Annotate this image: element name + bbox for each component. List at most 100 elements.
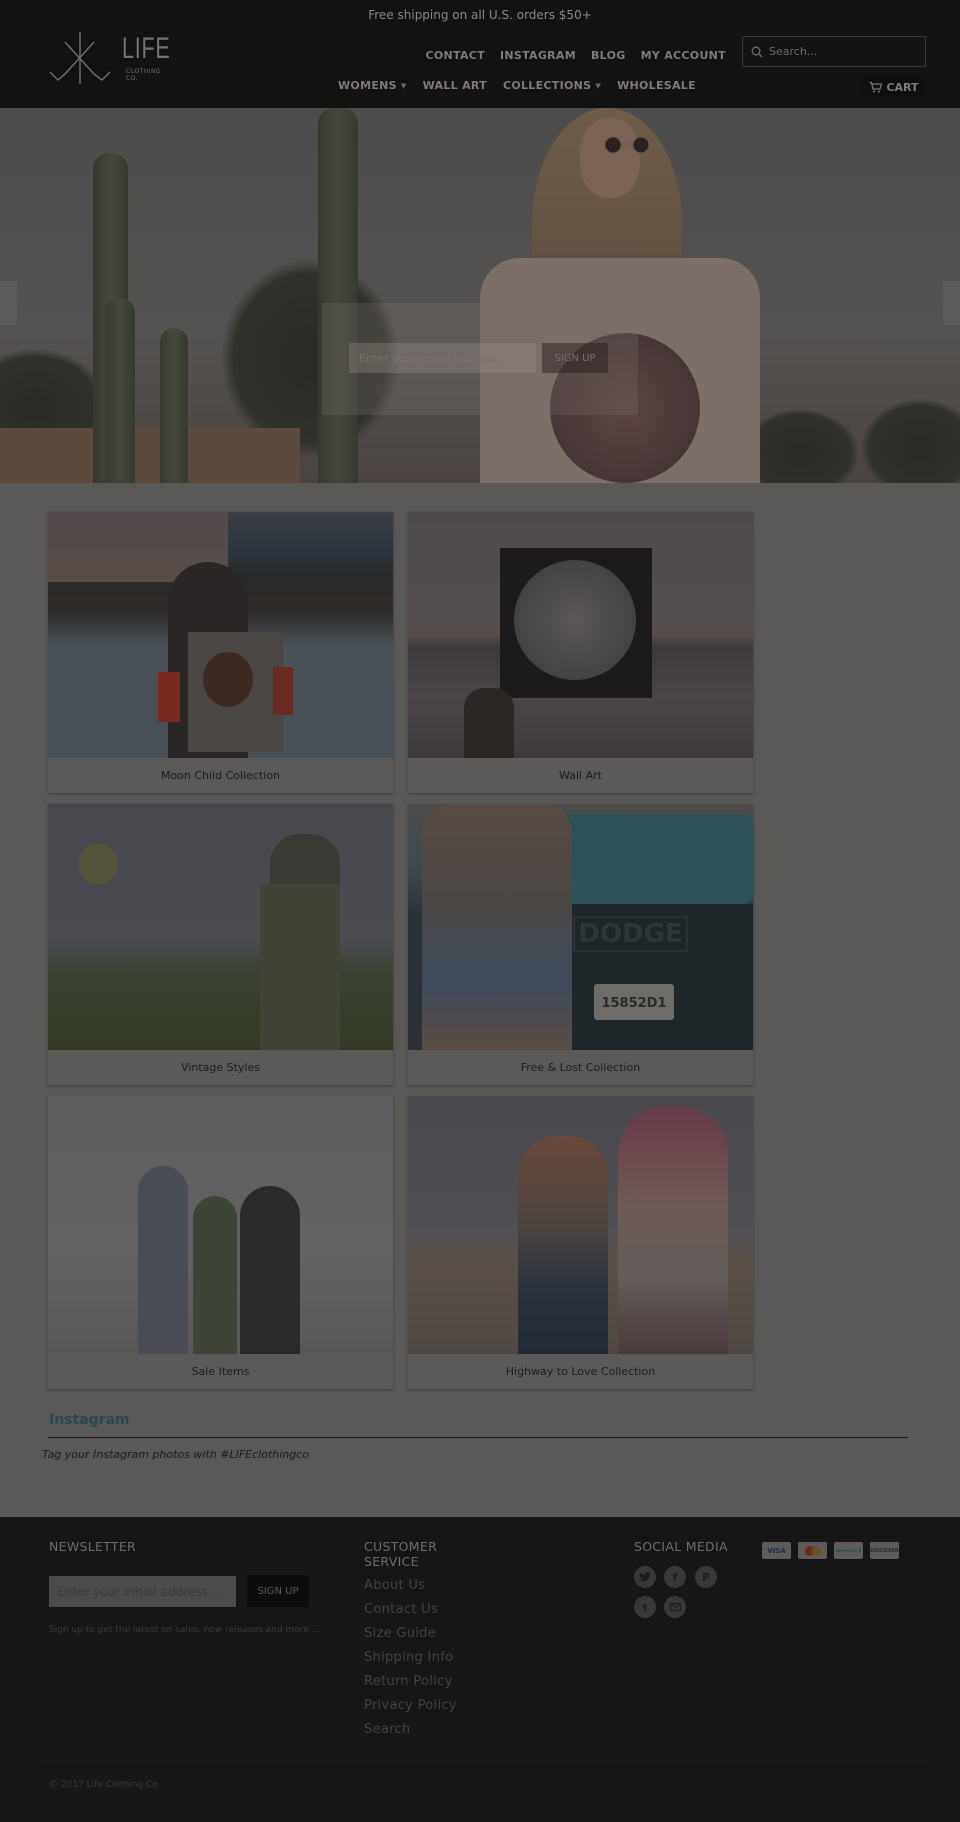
footer-link-shipping-info[interactable]: Shipping Info [364,1650,457,1674]
hero-cactus [318,108,358,483]
collection-card[interactable]: Moon Child Collection [48,512,393,793]
logo-text: LIFE [122,32,171,65]
pinterest-glyph: P [701,1570,711,1584]
nav-collections[interactable]: COLLECTIONS ▼ [503,79,601,92]
hero-model-face [580,118,640,198]
twitter-icon[interactable] [634,1566,656,1588]
nav-collections-label: COLLECTIONS [502,79,592,92]
image-figure-left [138,1166,188,1354]
image-truck-cab [558,814,753,904]
instagram-heading[interactable]: Instagram [49,1412,130,1428]
chevron-down-icon: ▼ [400,82,407,90]
collection-image[interactable] [408,512,753,758]
customer-service-heading-line2: SERVICE [364,1554,419,1569]
footer-link-return-policy[interactable]: Return Policy [364,1674,457,1698]
customer-service-heading: CUSTOMER SERVICE [364,1539,437,1569]
image-truck-badge: DODGE [573,916,688,952]
image-shirt-graphic [203,652,253,707]
tumblr-glyph: t [642,1600,648,1614]
site-header: Free shipping on all U.S. orders $50+ LI… [0,0,960,108]
image-hand [464,688,514,758]
nav-blog[interactable]: BLOG [591,49,626,62]
footer-link-size-guide[interactable]: Size Guide [364,1626,457,1650]
collection-image[interactable]: DODGE 15852D1 [408,804,753,1050]
image-license-plate: 15852D1 [594,984,674,1020]
pinterest-icon[interactable]: P [695,1566,717,1588]
hero-wall [0,428,300,483]
collection-label[interactable]: Highway to Love Collection [408,1354,753,1389]
instagram-tagline: Tag your Instagram photos with #LIFEclot… [42,1448,310,1461]
collection-image[interactable] [408,1096,753,1354]
chevron-down-icon: ▼ [595,82,602,90]
search-icon [751,46,763,57]
tumblr-icon[interactable]: t [634,1596,656,1618]
collection-card[interactable]: DODGE 15852D1 Free & Lost Collection [408,804,753,1085]
hero-model [480,108,760,483]
search-input[interactable] [769,45,919,58]
envelope-glyph [669,1603,681,1611]
newsletter-heading: NEWSLETTER [49,1539,137,1554]
logo[interactable]: LIFE CLOTHING CO. [48,30,172,86]
newsletter-email-input[interactable] [49,1576,236,1607]
logo-mark-icon [49,32,111,84]
image-moon [514,560,636,680]
facebook-icon[interactable]: f [664,1566,686,1588]
slider-next-button[interactable] [943,281,960,325]
logo-subtitle: CLOTHING CO. [126,68,162,82]
facebook-glyph: f [672,1570,678,1584]
nav-wholesale[interactable]: WHOLESALE [617,79,696,92]
customer-service-heading-line1: CUSTOMER [364,1539,438,1554]
newsletter-note: Sign up to get the latest on sales, new … [49,1625,321,1635]
nav-instagram[interactable]: INSTAGRAM [500,49,576,62]
newsletter-signup-button[interactable]: SIGN UP [247,1575,309,1607]
divider [48,1437,908,1438]
footer-divider [40,1766,930,1767]
nav-contact[interactable]: CONTACT [425,49,484,62]
nav-wall-art[interactable]: WALL ART [423,79,487,92]
collection-image[interactable] [48,1096,393,1354]
hero-cactus [105,298,135,483]
slider-prev-button[interactable] [0,281,17,325]
footer-link-contact-us[interactable]: Contact Us [364,1602,457,1626]
footer-link-privacy-policy[interactable]: Privacy Policy [364,1698,457,1722]
announcement-bar: Free shipping on all U.S. orders $50+ [368,8,592,22]
cart-icon [869,81,883,92]
cart-button[interactable]: CART [862,76,926,98]
collection-label[interactable]: Free & Lost Collection [408,1050,753,1085]
image-dress [260,884,340,1050]
image-jacket-left [158,672,180,722]
footer-link-about-us[interactable]: About Us [364,1578,457,1602]
hero-signup-button[interactable]: SIGN UP [542,343,608,373]
image-figure-right [618,1106,728,1354]
email-icon[interactable] [664,1596,686,1618]
hero-email-input[interactable] [349,343,536,373]
collection-label[interactable]: Wall Art [408,758,753,793]
amex-icon: American Express [834,1542,863,1559]
collection-card[interactable]: Highway to Love Collection [408,1096,753,1389]
collection-card[interactable]: Sale Items [48,1096,393,1389]
discover-icon: DISCOVER [870,1542,899,1559]
customer-service-links: About Us Contact Us Size Guide Shipping … [364,1578,457,1746]
collection-label[interactable]: Sale Items [48,1354,393,1389]
copyright: © 2017 Life Clothing Co [49,1780,158,1790]
collection-label[interactable]: Vintage Styles [48,1050,393,1085]
nav-wall-art-label: WALL ART [422,79,487,92]
nav-my-account[interactable]: MY ACCOUNT [641,49,726,62]
twitter-glyph [639,1572,651,1582]
visa-icon: VISA [762,1542,791,1559]
nav-wholesale-label: WHOLESALE [617,79,696,92]
nav-womens-label: WOMENS [338,79,397,92]
collection-image[interactable] [48,512,393,758]
collection-card[interactable]: Wall Art [408,512,753,793]
main-nav: WOMENS ▼ WALL ART COLLECTIONS ▼ WHOLESALE [338,79,712,92]
image-figure-middle [193,1196,237,1354]
footer-link-search[interactable]: Search [364,1722,457,1746]
collection-label[interactable]: Moon Child Collection [48,758,393,793]
cart-label: CART [886,80,919,94]
hero-palm [860,398,960,483]
collection-image[interactable] [48,804,393,1050]
collection-card[interactable]: Vintage Styles [48,804,393,1085]
top-nav: CONTACT INSTAGRAM BLOG MY ACCOUNT [410,49,726,62]
nav-womens[interactable]: WOMENS ▼ [338,79,407,92]
mastercard-glyph [804,1545,821,1556]
